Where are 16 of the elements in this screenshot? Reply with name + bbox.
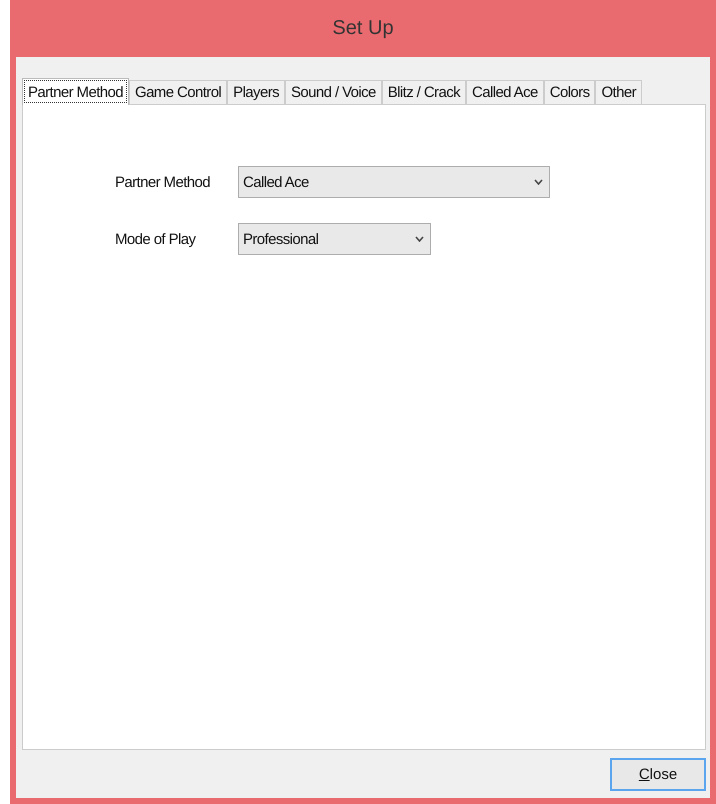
tab[interactable]: Colors	[544, 80, 596, 104]
field-label: Partner Method	[115, 174, 211, 190]
tab[interactable]: Called Ace	[466, 80, 544, 104]
dropdown[interactable]: Professional	[238, 223, 431, 255]
close-button[interactable]: Close	[610, 758, 706, 790]
dropdown[interactable]: Called Ace	[238, 166, 550, 198]
tab[interactable]: Other	[595, 80, 642, 104]
window-title: Set Up	[332, 17, 394, 40]
tab[interactable]: Sound / Voice	[285, 80, 382, 104]
tab[interactable]: Blitz / Crack	[382, 80, 466, 104]
field-label: Mode of Play	[115, 230, 197, 248]
tab[interactable]: Players	[227, 80, 285, 104]
tab[interactable]: Partner Method	[22, 78, 129, 105]
chevron-down-icon	[534, 179, 543, 185]
tab[interactable]: Game Control	[129, 80, 228, 104]
chevron-down-icon	[415, 236, 424, 242]
